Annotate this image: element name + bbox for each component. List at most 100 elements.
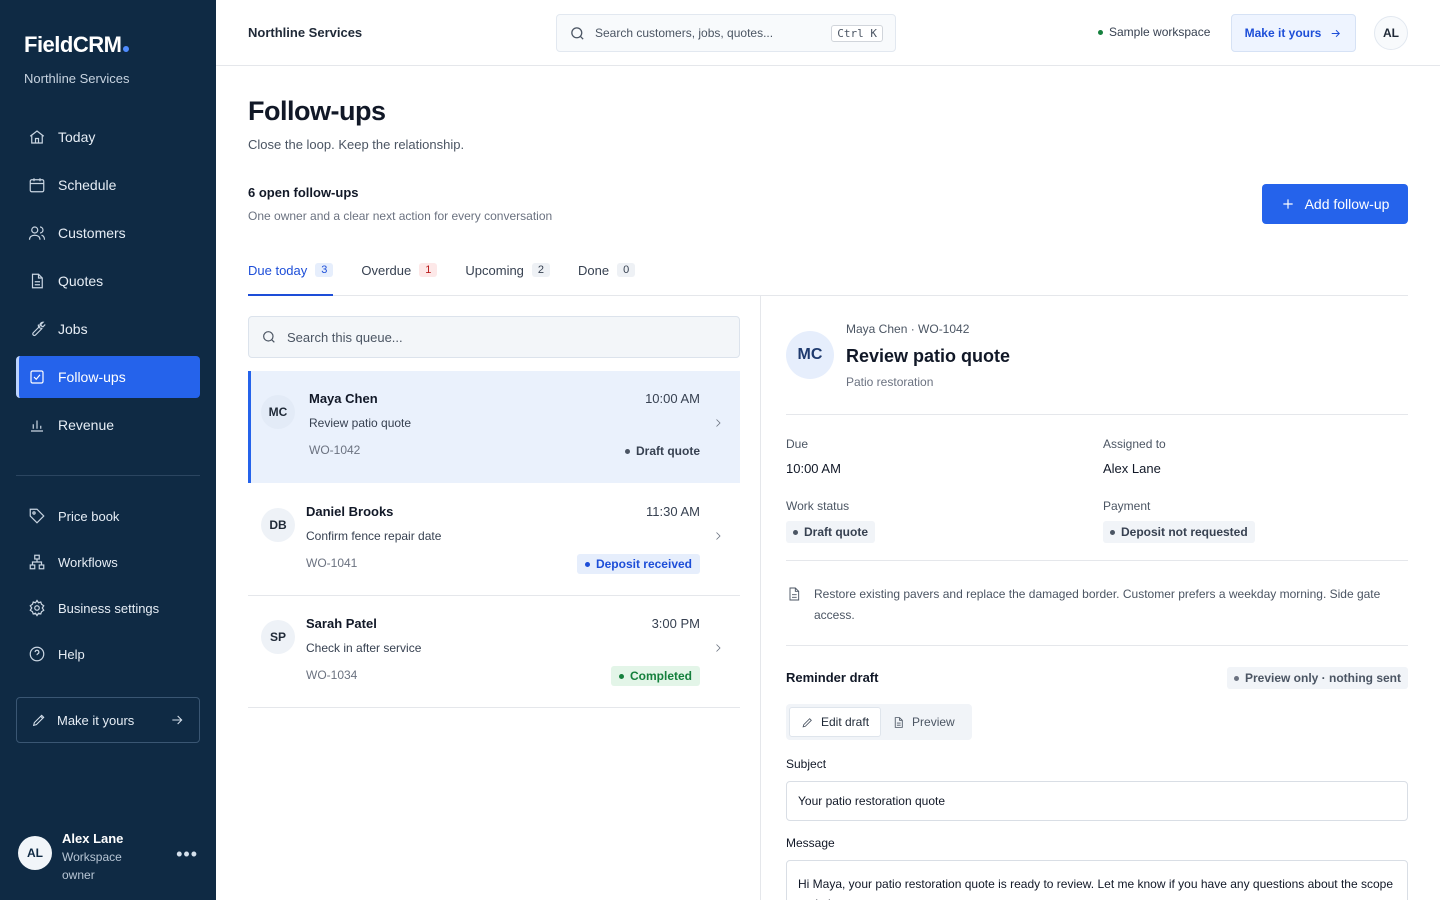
- sample-workspace-indicator: Sample workspace: [1098, 25, 1210, 39]
- tab-upcoming[interactable]: Upcoming 2: [465, 255, 551, 295]
- nav-item-schedule[interactable]: Schedule: [16, 164, 200, 206]
- chevron-right-icon: [716, 419, 721, 427]
- due-time: 11:30 AM: [646, 504, 700, 519]
- tab-done[interactable]: Done 0: [578, 255, 636, 295]
- main-nav: Today Schedule Customers Quotes Jobs Fol…: [16, 116, 200, 452]
- due-value: 10:00 AM: [786, 461, 841, 476]
- queue-search-placeholder: Search this queue...: [287, 329, 403, 345]
- avatar: MC: [261, 395, 295, 429]
- divider: [786, 645, 1408, 646]
- topbar: Northline Services Search customers, job…: [216, 0, 1440, 66]
- list-item[interactable]: DB Daniel Brooks 11:30 AM Confirm fence …: [248, 484, 740, 596]
- plus-icon: [1282, 199, 1293, 209]
- nav-label: Help: [58, 646, 85, 662]
- message-label: Message: [786, 836, 835, 850]
- work-status-label: Work status: [786, 499, 850, 513]
- queue-tabs: Due today 3 Overdue 1 Upcoming 2 Done 0: [248, 255, 1408, 296]
- user-profile[interactable]: AL Alex Lane Workspace owner •••: [18, 830, 198, 884]
- payment-status-badge: Deposit not requested: [1103, 521, 1255, 543]
- user-name: Alex Lane: [62, 831, 124, 846]
- tab-count: 0: [617, 263, 636, 277]
- nav-item-workflows[interactable]: Workflows: [16, 542, 200, 582]
- avatar: AL: [18, 836, 52, 870]
- search-icon: [571, 26, 584, 40]
- work-order-id: WO-1042: [309, 443, 361, 457]
- open-count: 6 open follow-ups: [248, 185, 359, 200]
- nav-item-follow-ups[interactable]: Follow-ups: [16, 356, 200, 398]
- nav-item-quotes[interactable]: Quotes: [16, 260, 200, 302]
- work-order-id: WO-1034: [306, 668, 358, 682]
- nav-label: Business settings: [58, 600, 160, 616]
- tab-due-today[interactable]: Due today 3: [248, 255, 334, 296]
- queue-search-input[interactable]: Search this queue...: [248, 316, 740, 358]
- arrow-right-icon: [172, 715, 183, 725]
- document-icon: [789, 587, 800, 601]
- nav-item-customers[interactable]: Customers: [16, 212, 200, 254]
- more-options-icon[interactable]: •••: [176, 844, 198, 865]
- org-name: Northline Services: [24, 71, 130, 86]
- calendar-icon: [29, 178, 45, 193]
- make-it-yours-button[interactable]: Make it yours: [16, 697, 200, 743]
- detail-title: Review patio quote: [846, 346, 1011, 366]
- home-icon: [29, 130, 45, 144]
- customer-name: Maya Chen: [309, 391, 378, 406]
- add-follow-up-label: Add follow-up: [1304, 196, 1390, 212]
- check-square-icon: [30, 370, 44, 384]
- detail-meta: Maya Chen · WO-1042: [846, 322, 970, 336]
- job-note-text: Restore existing pavers and replace the …: [814, 587, 1381, 622]
- tab-count: 2: [531, 263, 551, 277]
- nav-item-business-settings[interactable]: Business settings: [16, 588, 200, 628]
- nav-label: Customers: [58, 225, 126, 241]
- payment-label: Payment: [1103, 499, 1151, 513]
- nav-label: Quotes: [58, 273, 104, 289]
- nav-item-revenue[interactable]: Revenue: [16, 404, 200, 446]
- list-item[interactable]: SP Sarah Patel 3:00 PM Check in after se…: [248, 596, 740, 708]
- follow-up-description: Review patio quote: [309, 416, 412, 430]
- follow-up-description: Check in after service: [306, 641, 422, 655]
- status-badge: Completed: [610, 666, 700, 686]
- make-it-yours-top-label: Make it yours: [1244, 26, 1322, 40]
- search-placeholder: Search customers, jobs, quotes...: [595, 26, 774, 40]
- open-count-description: One owner and a clear next action for ev…: [248, 209, 553, 223]
- nav-item-price-book[interactable]: Price book: [16, 496, 200, 536]
- status-badge: Deposit received: [576, 554, 700, 574]
- workspace-name: Northline Services: [248, 25, 363, 40]
- sidebar: FieldCRM Northline Services Today Schedu…: [0, 0, 216, 900]
- preview-button[interactable]: Preview: [881, 707, 966, 737]
- assigned-value: Alex Lane: [1103, 461, 1161, 476]
- search-icon: [263, 331, 275, 343]
- due-time: 10:00 AM: [645, 391, 700, 406]
- work-order-id: WO-1041: [306, 556, 358, 570]
- help-circle-icon: [29, 646, 45, 662]
- chevron-right-icon: [716, 644, 721, 652]
- nav-item-jobs[interactable]: Jobs: [16, 308, 200, 350]
- workflow-icon: [29, 554, 45, 570]
- list-item[interactable]: MC Maya Chen 10:00 AM Review patio quote…: [248, 371, 740, 483]
- nav-label: Schedule: [58, 177, 117, 193]
- document-icon: [894, 716, 903, 728]
- nav-item-today[interactable]: Today: [16, 116, 200, 158]
- nav-item-help[interactable]: Help: [16, 634, 200, 674]
- make-it-yours-label: Make it yours: [57, 712, 135, 728]
- tag-icon: [29, 508, 45, 524]
- account-avatar[interactable]: AL: [1374, 16, 1408, 50]
- due-time: 3:00 PM: [651, 616, 700, 631]
- global-search-input[interactable]: Search customers, jobs, quotes... Ctrl K: [556, 14, 896, 52]
- nav-label: Revenue: [58, 417, 115, 433]
- bar-chart-icon: [31, 420, 43, 432]
- nav-label: Price book: [58, 508, 120, 524]
- add-follow-up-button[interactable]: Add follow-up: [1262, 184, 1408, 224]
- preview-only-badge: Preview only · nothing sent: [1226, 667, 1408, 689]
- subject-input[interactable]: Your patio restoration quote: [786, 781, 1408, 821]
- secondary-nav: Price book Workflows Business settings H…: [16, 496, 200, 680]
- message-textarea[interactable]: Hi Maya, your patio restoration quote is…: [786, 860, 1408, 900]
- user-role: Workspace owner: [62, 850, 122, 882]
- pencil-icon: [32, 714, 45, 727]
- make-it-yours-top-button[interactable]: Make it yours: [1231, 14, 1356, 52]
- edit-draft-button[interactable]: Edit draft: [789, 707, 882, 737]
- job-note: Restore existing pavers and replace the …: [786, 584, 1408, 626]
- due-label: Due: [786, 437, 809, 451]
- tab-overdue[interactable]: Overdue 1: [361, 255, 438, 295]
- pencil-icon: [802, 717, 812, 727]
- brand-logo[interactable]: FieldCRM: [24, 32, 130, 58]
